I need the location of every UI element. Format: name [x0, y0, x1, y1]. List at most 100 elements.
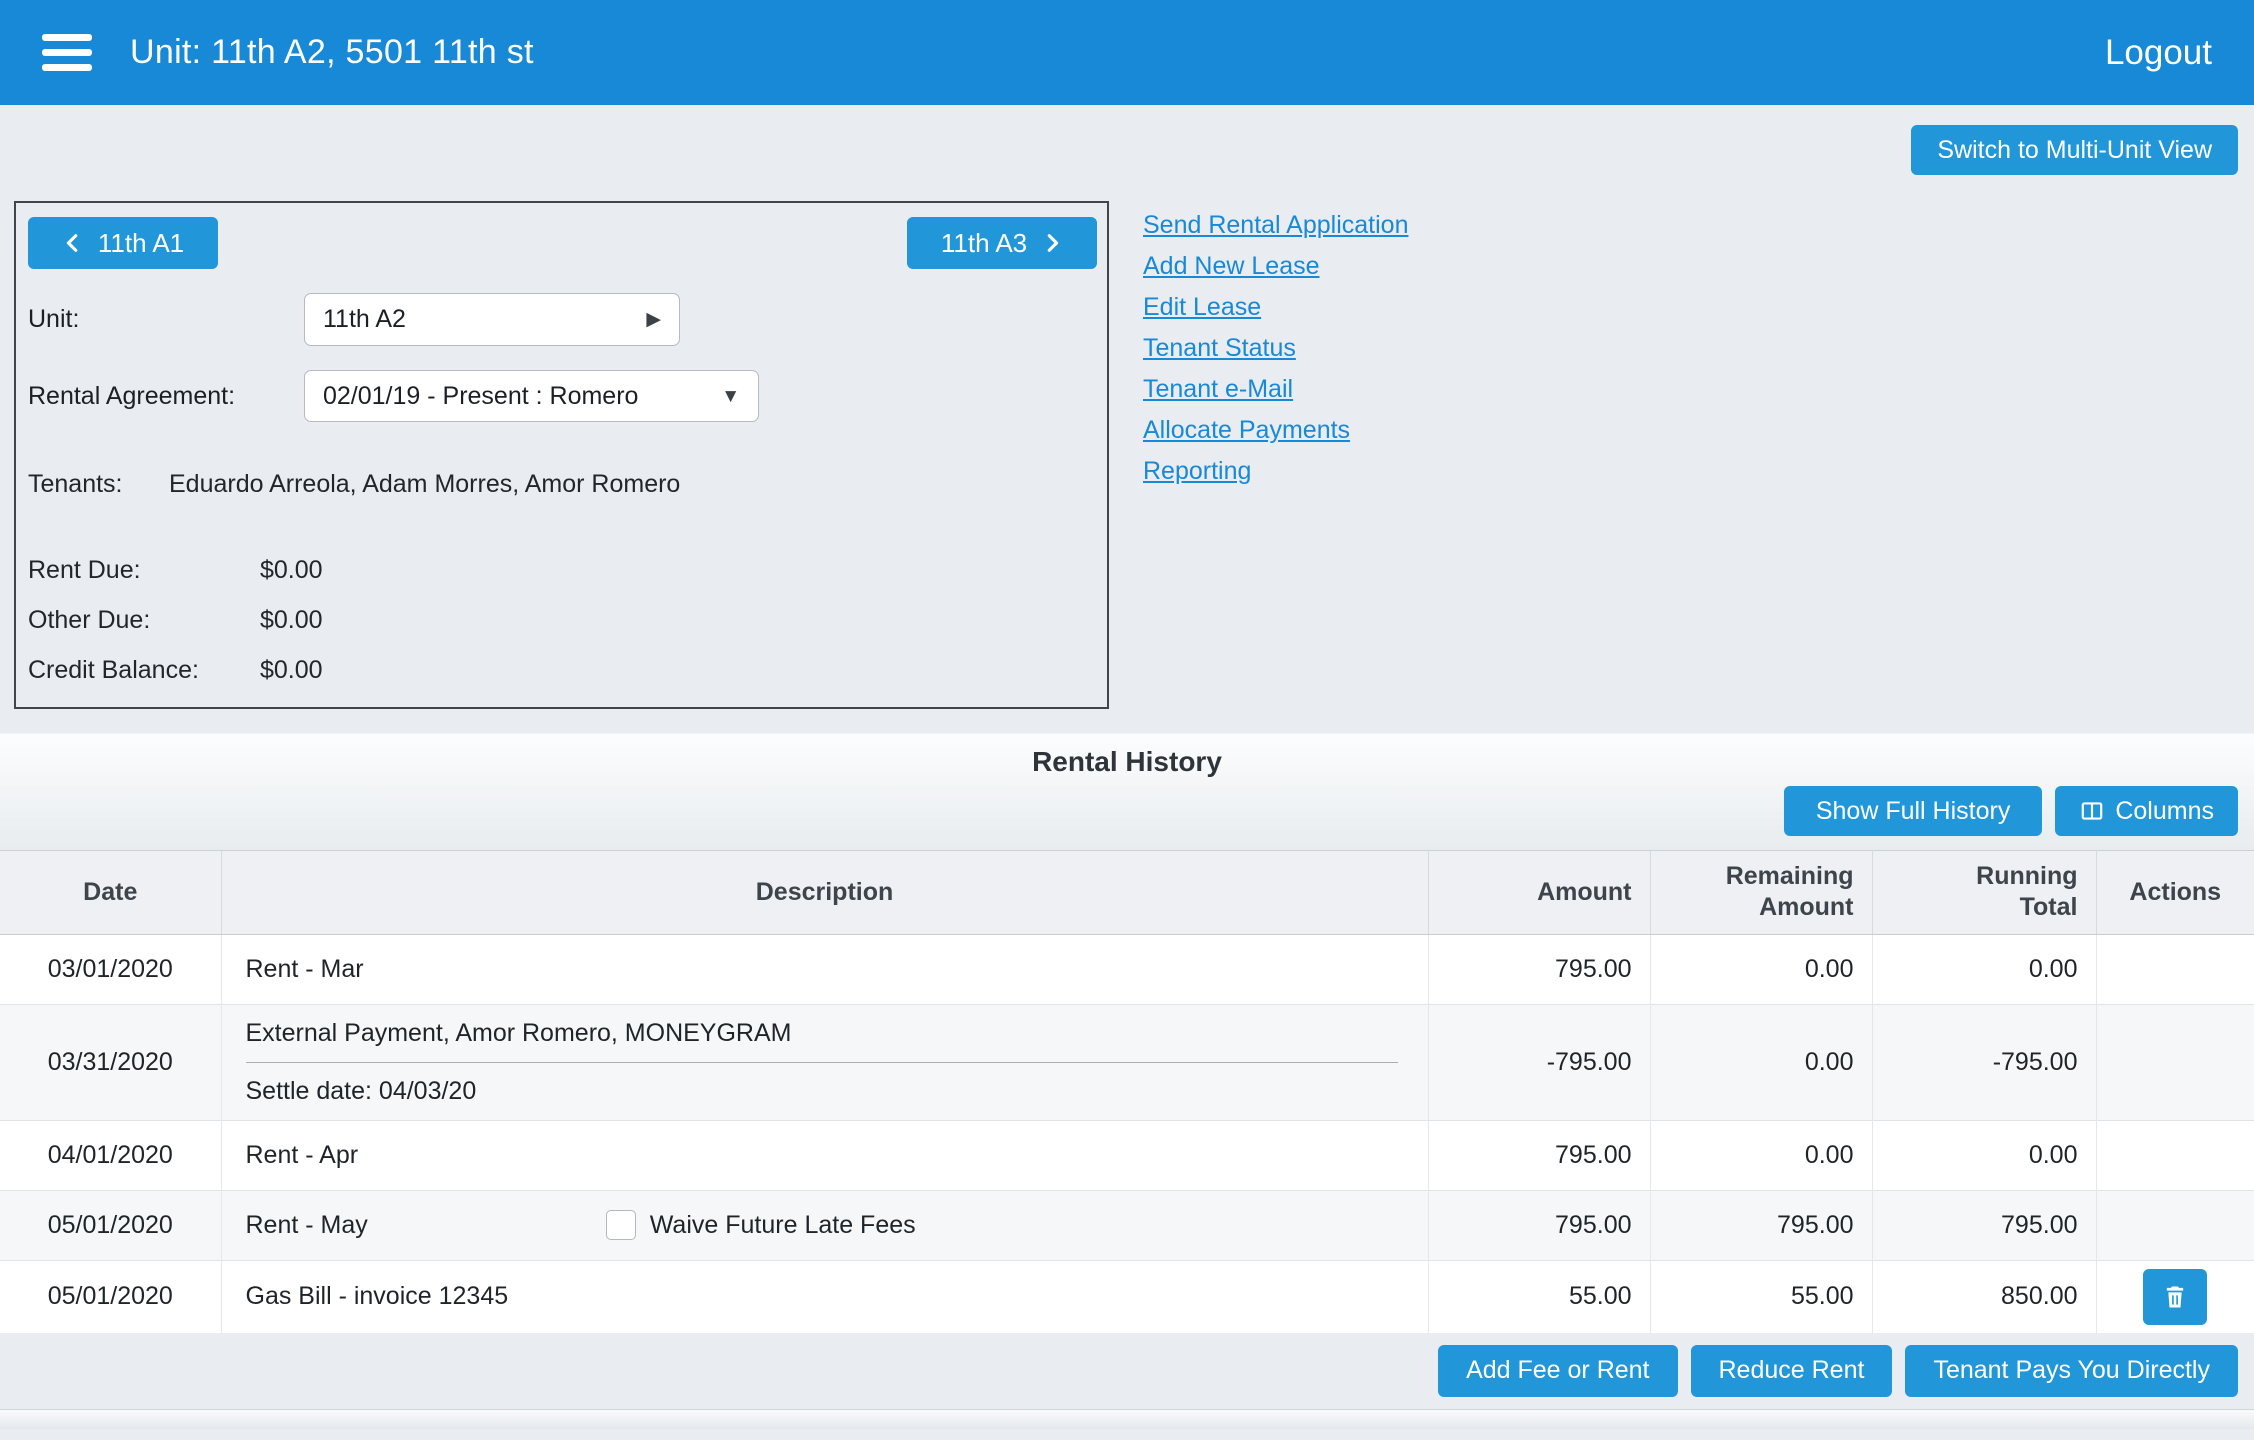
history-cell-date: 04/01/2020: [0, 1120, 221, 1190]
action-link-allocate-payments[interactable]: Allocate Payments: [1143, 410, 1350, 451]
history-row: 05/01/2020 Rent - May Waive Future Late Fe…: [0, 1190, 2254, 1260]
history-cell-remaining-amount: 0.00: [1650, 1004, 1872, 1120]
credit-balance-label: Credit Balance:: [28, 656, 260, 685]
rental-agreement-select[interactable]: 02/01/19 - Present : Romero ▼: [304, 370, 759, 422]
column-header-date: Date: [0, 851, 221, 935]
tenants-value: Eduardo Arreola, Adam Morres, Amor Romer…: [169, 470, 680, 499]
add-fee-or-rent-button[interactable]: Add Fee or Rent: [1438, 1345, 1677, 1397]
history-cell-actions: [2096, 1004, 2254, 1120]
rent-due-label: Rent Due:: [28, 556, 260, 585]
column-header-description: Description: [221, 851, 1428, 935]
trash-icon: [2161, 1283, 2189, 1311]
history-cell-actions: [2096, 934, 2254, 1004]
unit-label: Unit:: [28, 305, 304, 334]
columns-button-label: Columns: [2115, 797, 2214, 826]
waive-late-fees-control[interactable]: Waive Future Late Fees: [606, 1210, 916, 1240]
history-footer-buttons: Add Fee or Rent Reduce RentTenant Pays Yo…: [0, 1333, 2254, 1409]
history-cell-actions: [2096, 1260, 2254, 1333]
history-buttons-row: Show Full History Columns: [16, 786, 2238, 836]
credit-balance-value: $0.00: [260, 656, 323, 685]
rental-agreement-label: Rental Agreement:: [28, 382, 304, 411]
history-cell-date: 05/01/2020: [0, 1190, 221, 1260]
rental-history-table: DateDescriptionAmountRemaining AmountRun…: [0, 850, 2254, 1333]
tenants-row: Tenants: Eduardo Arreola, Adam Morres, A…: [28, 470, 1097, 499]
waive-late-fees-label: Waive Future Late Fees: [650, 1211, 916, 1240]
next-unit-label: 11th A3: [941, 228, 1027, 259]
other-due-value: $0.00: [260, 606, 323, 635]
history-cell-amount: 795.00: [1428, 934, 1650, 1004]
history-cell-remaining-amount: 55.00: [1650, 1260, 1872, 1333]
chevron-right-icon: [1041, 232, 1063, 254]
bottom-strip: [0, 1409, 2254, 1429]
settle-date-note: Settle date: 04/03/20: [246, 1077, 1410, 1112]
chevron-left-icon: [62, 232, 84, 254]
history-cell-amount: 795.00: [1428, 1120, 1650, 1190]
history-cell-actions: [2096, 1190, 2254, 1260]
history-cell-running-total: 0.00: [1872, 1120, 2096, 1190]
column-header-amount: Amount: [1428, 851, 1650, 935]
action-link-add-new-lease[interactable]: Add New Lease: [1143, 246, 1320, 287]
rent-due-value: $0.00: [260, 556, 323, 585]
arrow-down-icon: ▼: [721, 387, 740, 406]
history-cell-running-total: 795.00: [1872, 1190, 2096, 1260]
rental-history-section: Rental History Show Full History Columns…: [0, 733, 2254, 1429]
rent-due-row: Rent Due: $0.00: [28, 545, 1097, 595]
reduce-rent-button[interactable]: Reduce Rent: [1691, 1345, 1893, 1397]
history-cell-running-total: 850.00: [1872, 1260, 2096, 1333]
rental-agreement-field-row: Rental Agreement: 02/01/19 - Present : R…: [28, 370, 1097, 422]
history-cell-date: 03/01/2020: [0, 934, 221, 1004]
history-cell-description: Rent - Mar: [221, 934, 1428, 1004]
rental-agreement-value: 02/01/19 - Present : Romero: [323, 382, 638, 411]
columns-button[interactable]: Columns: [2055, 786, 2238, 836]
other-due-row: Other Due: $0.00: [28, 595, 1097, 645]
history-cell-date: 05/01/2020: [0, 1260, 221, 1333]
tenants-label: Tenants:: [28, 470, 169, 499]
action-link-send-rental-application[interactable]: Send Rental Application: [1143, 205, 1408, 246]
history-cell-remaining-amount: 795.00: [1650, 1190, 1872, 1260]
history-cell-date: 03/31/2020: [0, 1004, 221, 1120]
rental-history-band: Rental History Show Full History Columns: [0, 733, 2254, 850]
other-due-label: Other Due:: [28, 606, 260, 635]
unit-select[interactable]: 11th A2 ▶: [304, 293, 680, 346]
history-cell-remaining-amount: 0.00: [1650, 934, 1872, 1004]
history-cell-amount: -795.00: [1428, 1004, 1650, 1120]
history-table-body: 03/01/2020Rent - Mar795.000.000.0003/31/…: [0, 934, 2254, 1333]
history-row: 05/01/2020Gas Bill - invoice 1234555.005…: [0, 1260, 2254, 1333]
action-link-edit-lease[interactable]: Edit Lease: [1143, 287, 1261, 328]
history-cell-actions: [2096, 1120, 2254, 1190]
history-row: 04/01/2020Rent - Apr795.000.000.00: [0, 1120, 2254, 1190]
action-link-tenant-e-mail[interactable]: Tenant e-Mail: [1143, 369, 1293, 410]
column-header-remaining-amount: Remaining Amount: [1650, 851, 1872, 935]
hamburger-menu-icon[interactable]: [42, 34, 92, 71]
column-header-running-total: Running Total: [1872, 851, 2096, 935]
history-row: 03/31/2020External Payment, Amor Romero,…: [0, 1004, 2254, 1120]
description-text: Rent - May: [246, 1211, 368, 1239]
unit-field-row: Unit: 11th A2 ▶: [28, 293, 1097, 346]
history-cell-amount: 55.00: [1428, 1260, 1650, 1333]
logout-button[interactable]: Logout: [2105, 33, 2212, 73]
unit-nav-row: 11th A1 11th A3: [28, 217, 1097, 269]
history-table-header-row: DateDescriptionAmountRemaining AmountRun…: [0, 851, 2254, 935]
prev-unit-label: 11th A1: [98, 228, 184, 259]
history-cell-description: External Payment, Amor Romero, MONEYGRAM…: [221, 1004, 1428, 1120]
history-cell-description: Rent - Apr: [221, 1120, 1428, 1190]
arrow-right-icon: ▶: [646, 310, 661, 329]
column-header-actions: Actions: [2096, 851, 2254, 935]
next-unit-button[interactable]: 11th A3: [907, 217, 1097, 269]
unit-info-panel: 11th A1 11th A3 Unit: 11th A2 ▶ Rental A…: [14, 201, 1109, 709]
top-bar: Unit: 11th A2, 5501 11th st Logout: [0, 0, 2254, 105]
action-link-tenant-status[interactable]: Tenant Status: [1143, 328, 1296, 369]
main-content-row: 11th A1 11th A3 Unit: 11th A2 ▶ Rental A…: [14, 201, 2254, 709]
waive-late-fees-checkbox[interactable]: [606, 1210, 636, 1240]
description-line1: External Payment, Amor Romero, MONEYGRAM: [246, 1013, 1410, 1048]
action-link-reporting[interactable]: Reporting: [1143, 451, 1251, 492]
description-divider: [246, 1062, 1398, 1063]
tenant-pays-you-directly-button[interactable]: Tenant Pays You Directly: [1905, 1345, 2238, 1397]
dues-summary: Rent Due: $0.00 Other Due: $0.00 Credit …: [28, 545, 1097, 695]
history-cell-remaining-amount: 0.00: [1650, 1120, 1872, 1190]
switch-multi-unit-view-button[interactable]: Switch to Multi-Unit View: [1911, 125, 2238, 175]
history-cell-description: Rent - May Waive Future Late Fees: [221, 1190, 1428, 1260]
prev-unit-button[interactable]: 11th A1: [28, 217, 218, 269]
show-full-history-button[interactable]: Show Full History: [1784, 786, 2043, 836]
delete-row-button[interactable]: [2143, 1269, 2207, 1325]
